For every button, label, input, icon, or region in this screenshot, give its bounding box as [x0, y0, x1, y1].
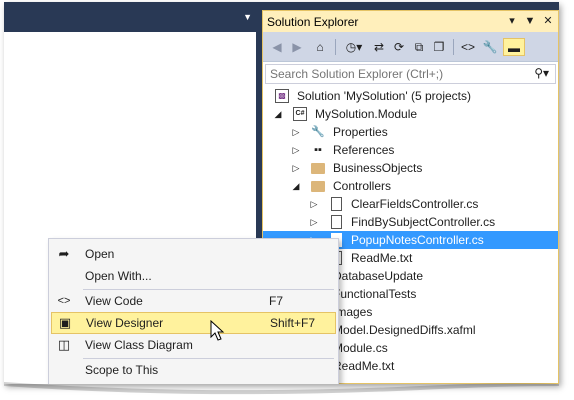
- search-icon[interactable]: ⚲▾: [534, 66, 549, 80]
- wrench-icon: 🔧: [311, 126, 325, 138]
- pin-icon[interactable]: ▼: [524, 14, 536, 28]
- menu-item-open[interactable]: ➦ Open: [51, 243, 336, 265]
- tree-item-label: FunctionalTests: [333, 287, 417, 301]
- collapsed-arrow-icon[interactable]: ▷: [309, 195, 319, 213]
- collapsed-arrow-icon[interactable]: ▷: [291, 141, 301, 159]
- ide-window: ▼ Solution Explorer ▾ ▼ ✕ ◀ ▶ ⌂ ◷▾ ⇄ ⟳ ⧉…: [4, 2, 559, 384]
- tree-item-file[interactable]: ▷ FindBySubjectController.cs: [263, 213, 558, 231]
- designer-icon: ▣: [58, 315, 72, 330]
- tree-item-label: Properties: [333, 125, 388, 139]
- csharp-project-icon: C#: [293, 107, 307, 121]
- tree-item-controllers[interactable]: ◢ Controllers: [263, 177, 558, 195]
- expanded-arrow-icon[interactable]: ◢: [291, 177, 301, 195]
- preview-selected-icon[interactable]: ▬: [503, 38, 525, 56]
- tree-item-solution[interactable]: ▩ Solution 'MySolution' (5 projects): [263, 87, 558, 105]
- tree-item-label: Controllers: [333, 179, 392, 193]
- page-curl-shadow: [4, 382, 559, 395]
- collapsed-arrow-icon[interactable]: ▷: [309, 213, 319, 231]
- collapse-all-icon[interactable]: ⧉: [411, 38, 427, 56]
- tree-item-businessobjects[interactable]: ▷ BusinessObjects: [263, 159, 558, 177]
- tab-dropdown-icon[interactable]: ▼: [243, 12, 252, 22]
- show-all-files-icon[interactable]: ❐: [431, 38, 447, 56]
- menu-item-shortcut: F7: [269, 294, 284, 308]
- tree-item-label: FindBySubjectController.cs: [351, 215, 496, 229]
- tree-item-label: PopupNotesController.cs: [351, 233, 484, 247]
- references-icon: ▪▪: [314, 144, 322, 156]
- tree-item-label: References: [333, 143, 395, 157]
- file-icon: [331, 215, 342, 229]
- context-menu: ➦ Open Open With... <> View Code F7 ▣ Vi…: [48, 238, 339, 384]
- collapsed-arrow-icon[interactable]: ▷: [291, 159, 301, 177]
- menu-item-view-designer[interactable]: ▣ View Designer Shift+F7: [51, 312, 336, 334]
- editor-tab-strip: ▼: [4, 2, 256, 32]
- solution-explorer-title-bar[interactable]: Solution Explorer ▾ ▼ ✕: [263, 11, 558, 32]
- panel-title: Solution Explorer: [267, 15, 359, 29]
- mouse-cursor-icon: [210, 320, 225, 341]
- tree-item-references[interactable]: ▷ ▪▪ References: [263, 141, 558, 159]
- tree-item-label: MySolution.Module: [315, 107, 418, 121]
- solution-explorer-toolbar: ◀ ▶ ⌂ ◷▾ ⇄ ⟳ ⧉ ❐ <> 🔧 ▬: [263, 32, 558, 62]
- class-diagram-icon: ◫: [57, 337, 71, 352]
- tree-item-file[interactable]: ▷ ClearFieldsController.cs: [263, 195, 558, 213]
- back-icon[interactable]: ◀: [269, 38, 285, 56]
- tree-item-label: DatabaseUpdate: [333, 269, 424, 283]
- chevron-down-icon[interactable]: ▾: [506, 14, 518, 28]
- tree-item-label: Model.DesignedDiffs.xafml: [333, 323, 476, 337]
- solution-icon: ▩: [275, 89, 289, 103]
- menu-item-label: View Designer: [86, 316, 164, 330]
- recycle-icon[interactable]: ⟳: [391, 38, 407, 56]
- toolbar-separator: [453, 39, 454, 55]
- menu-item-open-with[interactable]: Open With...: [51, 265, 336, 287]
- wrench-icon[interactable]: 🔧: [481, 38, 499, 56]
- sync-dropdown-icon[interactable]: ◷▾: [341, 38, 367, 56]
- code-icon: <>: [57, 295, 71, 307]
- refresh-icon[interactable]: ⇄: [371, 38, 387, 56]
- search-input[interactable]: [266, 65, 526, 83]
- tree-item-label: Solution 'MySolution' (5 projects): [297, 89, 471, 103]
- home-icon[interactable]: ⌂: [311, 38, 329, 56]
- folder-icon: [311, 163, 325, 174]
- menu-item-view-class-diagram[interactable]: ◫ View Class Diagram: [51, 334, 336, 356]
- tree-item-project[interactable]: ◢ C# MySolution.Module: [263, 105, 558, 123]
- expanded-arrow-icon[interactable]: ◢: [273, 105, 283, 123]
- tree-item-label: Module.cs: [333, 341, 388, 355]
- menu-item-view-code[interactable]: <> View Code F7: [51, 290, 336, 312]
- tree-item-label: ReadMe.txt: [351, 251, 413, 265]
- collapsed-arrow-icon[interactable]: ▷: [291, 123, 301, 141]
- toolbar-separator: [335, 39, 336, 55]
- menu-item-label: View Code: [85, 294, 143, 308]
- search-box[interactable]: ⚲▾: [265, 64, 556, 84]
- menu-item-shortcut: Shift+F7: [270, 316, 316, 330]
- view-code-icon[interactable]: <>: [459, 38, 477, 56]
- tree-item-label: BusinessObjects: [333, 161, 423, 175]
- forward-icon[interactable]: ▶: [289, 38, 305, 56]
- menu-item-label: Open With...: [85, 269, 152, 283]
- close-icon[interactable]: ✕: [542, 14, 554, 28]
- tree-item-properties[interactable]: ▷ 🔧 Properties: [263, 123, 558, 141]
- folder-icon: [311, 181, 325, 192]
- tree-item-label: ClearFieldsController.cs: [351, 197, 479, 211]
- menu-item-label: View Class Diagram: [85, 338, 193, 352]
- file-icon: [331, 197, 342, 211]
- open-arrow-icon: ➦: [58, 246, 70, 261]
- menu-item-label: Open: [85, 247, 115, 261]
